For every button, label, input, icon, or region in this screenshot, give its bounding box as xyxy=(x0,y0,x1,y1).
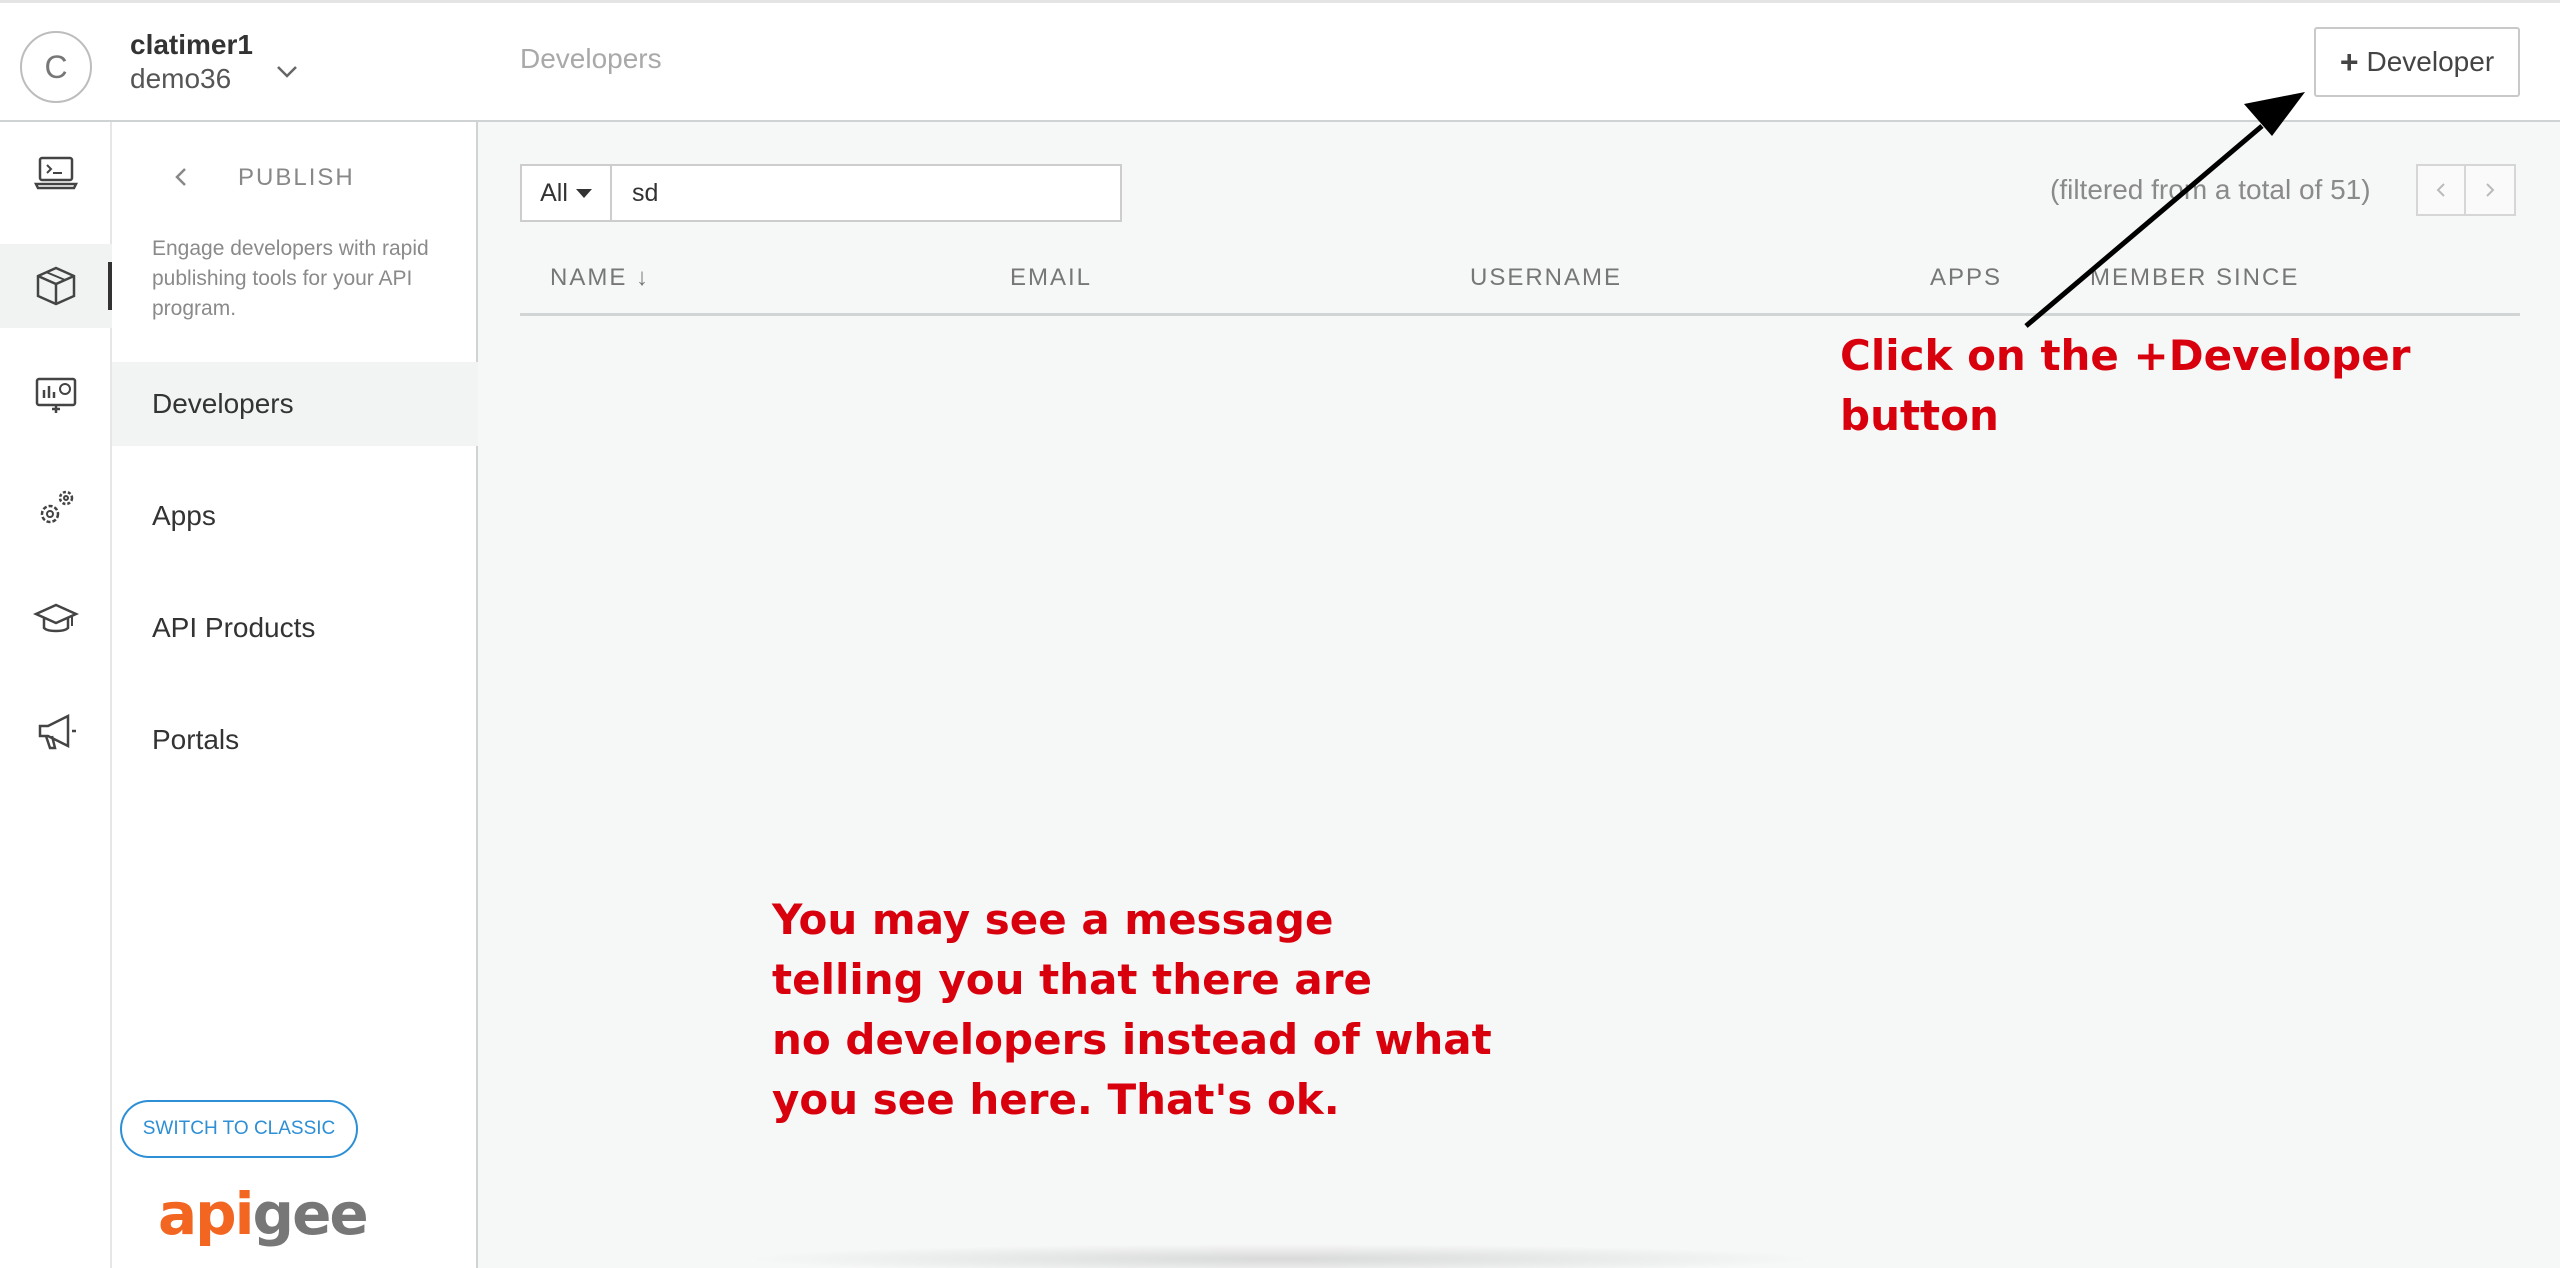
package-box-icon xyxy=(36,266,76,306)
chevron-left-icon xyxy=(2436,183,2445,197)
annotation-line: button xyxy=(1840,391,1999,440)
add-developer-button[interactable]: + Developer xyxy=(2314,27,2520,97)
user-name[interactable]: clatimer1 xyxy=(130,29,253,61)
nav-item-api-products[interactable]: API Products xyxy=(112,586,478,670)
chevron-down-icon[interactable] xyxy=(272,57,302,87)
search-input[interactable] xyxy=(612,164,1122,222)
rail-item-learn[interactable] xyxy=(0,578,112,662)
rail-item-publish[interactable] xyxy=(0,244,112,328)
switch-to-classic-button[interactable]: SWITCH TO CLASSIC xyxy=(120,1100,358,1158)
add-developer-label: Developer xyxy=(2366,46,2495,77)
previous-page-button[interactable] xyxy=(2416,164,2466,216)
caret-down-icon xyxy=(575,188,592,198)
logo-part-a: api xyxy=(158,1180,255,1248)
nav-item-apps[interactable]: Apps xyxy=(112,474,478,558)
filter-status-text: (filtered from a total of 51) xyxy=(2050,174,2371,205)
column-header-email[interactable]: EMAIL xyxy=(1010,264,1092,292)
org-name[interactable]: demo36 xyxy=(130,63,231,95)
table-header: NAME ↓ EMAIL USERNAME APPS MEMBER SINCE xyxy=(520,250,2520,316)
annotation-line: you see here. That's ok. xyxy=(772,1075,1340,1124)
nav-item-developers[interactable]: Developers xyxy=(112,362,478,446)
rail-item-admin[interactable] xyxy=(0,466,112,550)
column-header-name[interactable]: NAME ↓ xyxy=(550,264,650,292)
graduation-cap-icon xyxy=(32,603,80,633)
rail-item-develop[interactable] xyxy=(0,132,112,216)
annotation-click-developer: Click on the +Developer button xyxy=(1840,326,2440,446)
nav-item-portals[interactable]: Portals xyxy=(112,698,478,782)
annotation-line: no developers instead of what xyxy=(772,1015,1492,1064)
apigee-logo: apigee xyxy=(158,1180,369,1248)
section-title: PUBLISH xyxy=(238,164,355,191)
filter-dropdown[interactable]: All xyxy=(520,164,612,222)
top-header: C clatimer1 demo36 Developers + Develope… xyxy=(0,0,2560,122)
annotation-line: telling you that there are xyxy=(772,955,1372,1004)
annotation-line: You may see a message xyxy=(772,895,1334,944)
icon-rail xyxy=(0,122,112,1268)
annotation-line: Click on the +Developer xyxy=(1840,331,2411,380)
table-shadow xyxy=(740,1244,1820,1268)
section-description: Engage developers with rapid publishing … xyxy=(152,237,429,320)
sub-navigation: PUBLISH Engage developers with rapid pub… xyxy=(112,122,478,1268)
terminal-laptop-icon xyxy=(33,156,79,190)
megaphone-icon xyxy=(38,713,76,750)
gears-icon xyxy=(40,490,74,524)
back-chevron-icon[interactable] xyxy=(168,164,194,190)
column-header-apps[interactable]: APPS xyxy=(1930,264,2002,292)
analytics-monitor-icon xyxy=(35,377,77,413)
rail-item-analyze[interactable] xyxy=(0,354,112,438)
plus-icon: + xyxy=(2339,43,2359,80)
annotation-no-developers: You may see a message telling you that t… xyxy=(772,890,1532,1130)
next-page-button[interactable] xyxy=(2466,164,2516,216)
column-header-username[interactable]: USERNAME xyxy=(1470,264,1622,292)
filter-dropdown-value: All xyxy=(540,178,568,207)
filter-group: All xyxy=(520,164,1122,222)
rail-item-announcements[interactable] xyxy=(0,690,112,774)
chevron-right-icon xyxy=(2486,183,2495,197)
pager xyxy=(2416,164,2516,216)
user-avatar[interactable]: C xyxy=(20,31,92,103)
logo-part-b: gee xyxy=(252,1180,369,1248)
column-header-member-since[interactable]: MEMBER SINCE xyxy=(2090,264,2299,292)
page-title: Developers xyxy=(520,43,662,74)
